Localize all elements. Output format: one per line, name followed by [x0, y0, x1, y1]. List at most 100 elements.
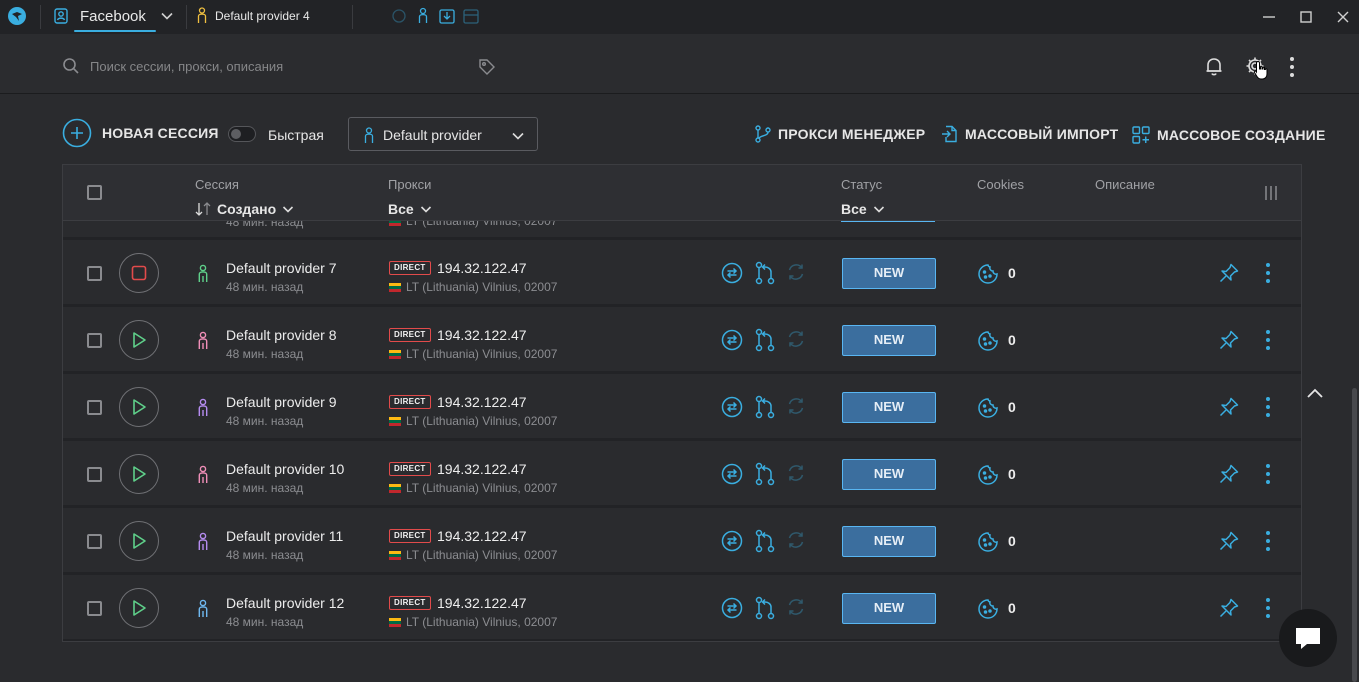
person-icon[interactable] — [414, 7, 432, 25]
status-badge[interactable]: NEW — [842, 325, 936, 356]
refresh-icon[interactable] — [390, 7, 408, 25]
proxy-location: LT (Lithuania) Vilnius, 02007 — [406, 347, 558, 361]
status-badge[interactable]: NEW — [842, 459, 936, 490]
proxy-branch-icon[interactable] — [754, 328, 776, 352]
session-name[interactable]: Default provider 7 — [226, 260, 337, 276]
more-vertical-icon[interactable] — [1262, 329, 1274, 351]
cookie-icon[interactable] — [977, 330, 999, 352]
session-name[interactable]: Default provider 8 — [226, 327, 337, 343]
table-body: 48 мин. назад LT (Lithuania) Vilnius, 02… — [63, 177, 1301, 641]
lithuania-flag-icon — [389, 417, 401, 426]
import-box-icon[interactable] — [438, 7, 456, 25]
chevron-down-icon — [282, 203, 294, 215]
table-row: Default provider 11 48 мин. назад DIRECT 19… — [63, 508, 1301, 575]
scrollbar-thumb[interactable] — [1352, 388, 1357, 682]
row-checkbox[interactable] — [87, 467, 102, 482]
search-input[interactable] — [90, 54, 470, 78]
pin-icon[interactable] — [1218, 329, 1240, 351]
session-name[interactable]: Default provider 9 — [226, 394, 337, 410]
row-checkbox[interactable] — [87, 333, 102, 348]
more-vertical-icon[interactable] — [1262, 463, 1274, 485]
cookie-icon[interactable] — [977, 263, 999, 285]
status-badge[interactable]: NEW — [842, 526, 936, 557]
pin-icon[interactable] — [1218, 396, 1240, 418]
proxy-branch-icon[interactable] — [754, 462, 776, 486]
status-filter-button[interactable]: Все — [841, 201, 885, 217]
cookie-icon[interactable] — [977, 464, 999, 486]
more-vertical-icon[interactable] — [1262, 530, 1274, 552]
row-checkbox[interactable] — [87, 266, 102, 281]
mass-create-button[interactable]: МАССОВОЕ СОЗДАНИЕ — [1131, 125, 1325, 145]
swap-proxy-icon[interactable] — [721, 597, 743, 619]
start-session-button[interactable] — [119, 454, 159, 494]
status-badge[interactable]: NEW — [842, 392, 936, 423]
refresh-ip-icon[interactable] — [786, 329, 806, 349]
tag-icon[interactable] — [477, 57, 497, 77]
export-box-icon[interactable] — [462, 7, 480, 25]
proxy-ip[interactable]: 194.32.122.47 — [437, 595, 527, 611]
cookie-icon[interactable] — [977, 598, 999, 620]
pin-icon[interactable] — [1218, 463, 1240, 485]
proxy-ip[interactable]: 194.32.122.47 — [437, 461, 527, 477]
start-session-button[interactable] — [119, 320, 159, 360]
refresh-ip-icon[interactable] — [786, 530, 806, 550]
more-vertical-icon[interactable] — [1262, 396, 1274, 418]
bell-icon[interactable] — [1203, 55, 1225, 77]
row-checkbox[interactable] — [87, 601, 102, 616]
proxy-ip[interactable]: 194.32.122.47 — [437, 327, 527, 343]
proxy-ip[interactable]: 194.32.122.47 — [437, 394, 527, 410]
more-vertical-icon[interactable] — [1262, 597, 1274, 619]
new-session-button[interactable]: НОВАЯ СЕССИЯ — [62, 118, 219, 148]
maximize-icon[interactable] — [1297, 8, 1315, 26]
start-session-button[interactable] — [119, 521, 159, 561]
cookie-icon[interactable] — [977, 531, 999, 553]
start-session-button[interactable] — [119, 387, 159, 427]
proxy-ip[interactable]: 194.32.122.47 — [437, 528, 527, 544]
header-session: Сессия — [195, 177, 239, 192]
close-icon[interactable] — [1334, 8, 1352, 26]
select-all-checkbox[interactable] — [87, 185, 102, 200]
proxy-branch-icon[interactable] — [754, 596, 776, 620]
status-badge[interactable]: NEW — [842, 258, 936, 289]
swap-proxy-icon[interactable] — [721, 329, 743, 351]
refresh-ip-icon[interactable] — [786, 396, 806, 416]
stop-session-button[interactable] — [119, 253, 159, 293]
scroll-to-top-icon[interactable] — [1305, 384, 1325, 404]
columns-settings-icon[interactable] — [1263, 185, 1279, 201]
session-name[interactable]: Default provider 12 — [226, 595, 344, 611]
tab-facebook[interactable]: Facebook — [52, 0, 182, 34]
swap-proxy-icon[interactable] — [721, 530, 743, 552]
session-sort-button[interactable]: Создано — [195, 201, 294, 217]
more-vertical-icon[interactable] — [1283, 55, 1301, 79]
swap-proxy-icon[interactable] — [721, 262, 743, 284]
swap-proxy-icon[interactable] — [721, 463, 743, 485]
chat-button[interactable] — [1279, 609, 1337, 667]
proxy-ip[interactable]: 194.32.122.47 — [437, 260, 527, 276]
pin-icon[interactable] — [1218, 597, 1240, 619]
status-badge[interactable]: NEW — [842, 593, 936, 624]
refresh-ip-icon[interactable] — [786, 597, 806, 617]
proxy-branch-icon[interactable] — [754, 529, 776, 553]
row-checkbox[interactable] — [87, 400, 102, 415]
quick-toggle[interactable] — [228, 126, 256, 142]
proxy-filter-button[interactable]: Все — [388, 201, 432, 217]
proxy-type-badge: DIRECT — [389, 529, 431, 543]
session-name[interactable]: Default provider 10 — [226, 461, 344, 477]
chevron-down-icon[interactable] — [160, 9, 174, 23]
proxy-manager-button[interactable]: ПРОКСИ МЕНЕДЖЕР — [754, 125, 925, 143]
session-name[interactable]: Default provider 11 — [226, 528, 343, 544]
refresh-ip-icon[interactable] — [786, 463, 806, 483]
row-checkbox[interactable] — [87, 534, 102, 549]
provider-select[interactable]: Default provider — [348, 117, 538, 151]
start-session-button[interactable] — [119, 588, 159, 628]
mass-import-button[interactable]: МАССОВЫЙ ИМПОРТ — [941, 125, 1118, 143]
proxy-branch-icon[interactable] — [754, 261, 776, 285]
pin-icon[interactable] — [1218, 262, 1240, 284]
swap-proxy-icon[interactable] — [721, 396, 743, 418]
pin-icon[interactable] — [1218, 530, 1240, 552]
cookie-icon[interactable] — [977, 397, 999, 419]
refresh-ip-icon[interactable] — [786, 262, 806, 282]
proxy-branch-icon[interactable] — [754, 395, 776, 419]
more-vertical-icon[interactable] — [1262, 262, 1274, 284]
minimize-icon[interactable] — [1260, 8, 1278, 26]
